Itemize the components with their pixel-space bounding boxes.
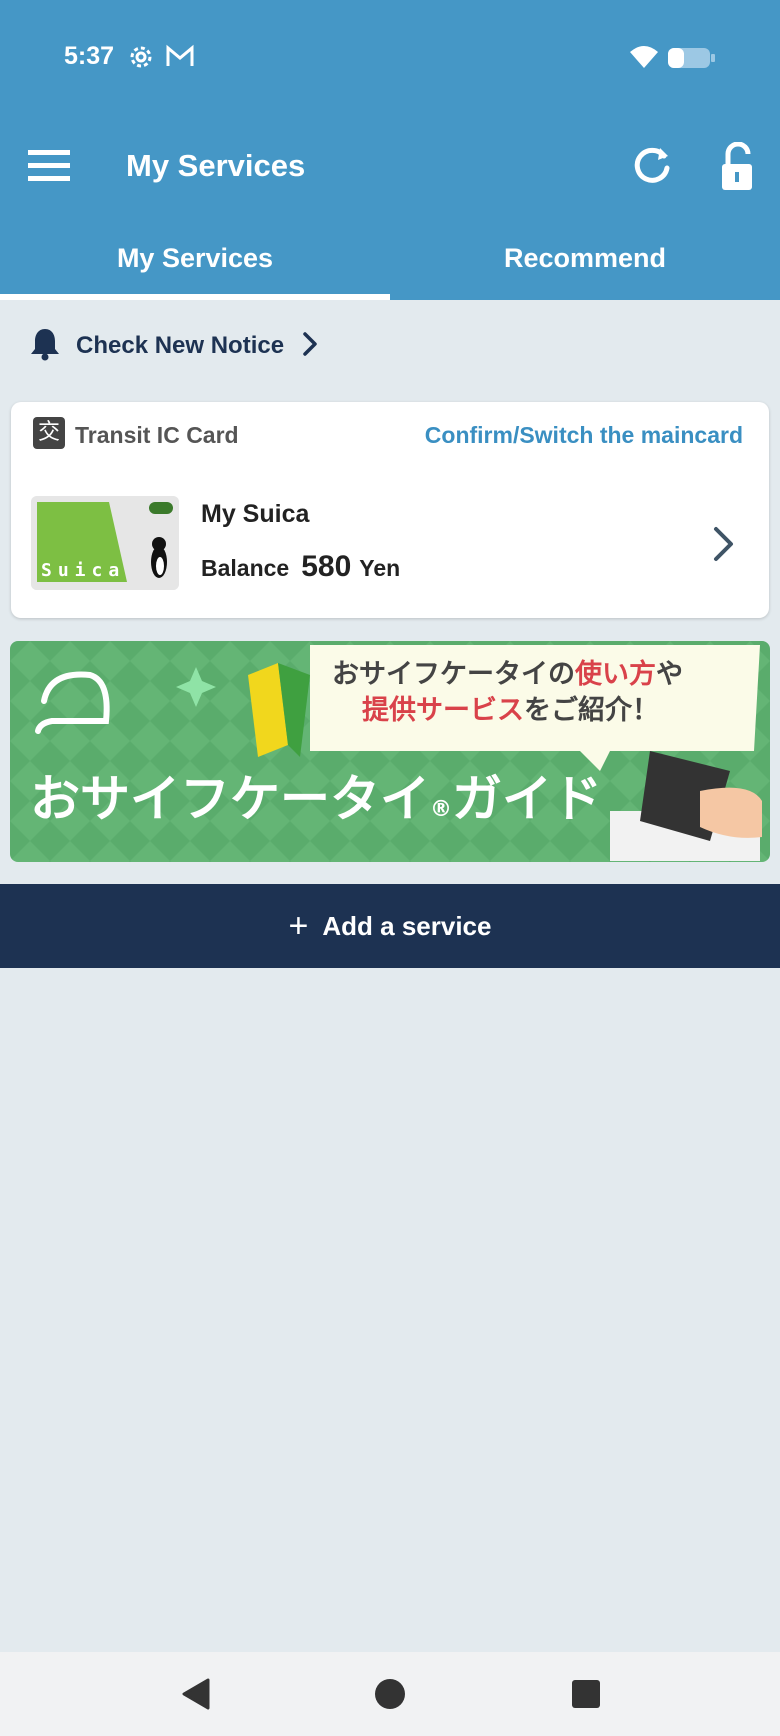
banner-caption: おサイフケータイの使い方や 提供サービスをご紹介！ <box>332 657 683 729</box>
banner-title-text: おサイフケータイ <box>30 770 430 828</box>
tab-my-services[interactable]: My Services <box>0 228 390 300</box>
add-service-button[interactable]: + Add a service <box>0 884 780 968</box>
balance-unit: Yen <box>359 555 401 581</box>
banner-highlight: 提供サービス <box>362 695 524 726</box>
tab-recommend[interactable]: Recommend <box>390 228 780 300</box>
banner-text: をご紹介！ <box>524 695 659 726</box>
osaifu-keitai-guide-banner[interactable]: おサイフケータイの使い方や 提供サービスをご紹介！ おサイフケータイ®ガイド <box>10 641 770 862</box>
banner-text: や <box>656 659 683 690</box>
battery-icon <box>668 46 716 75</box>
suica-thumb-text: Suica <box>41 560 126 581</box>
card-header-label: Transit IC Card <box>75 422 239 448</box>
balance-row: Balance 580 Yen <box>201 550 400 584</box>
tab-label: My Services <box>116 243 274 273</box>
registered-mark: ® <box>430 797 452 822</box>
toolbar: My Services <box>0 130 780 205</box>
balance-label: Balance <box>201 555 290 581</box>
tab-selected-indicator <box>0 294 390 300</box>
banner-title-text: ガイド <box>452 770 602 828</box>
page-title: My Services <box>126 148 306 183</box>
confirm-switch-maincard-link[interactable]: Confirm/Switch the maincard <box>425 422 743 449</box>
wifi-icon <box>628 42 660 75</box>
recents-icon[interactable] <box>566 1674 606 1714</box>
transit-icon: 交 <box>33 417 65 449</box>
suica-card-thumbnail: Suica <box>31 496 179 590</box>
tab-bar: My Services Recommend <box>0 228 780 300</box>
system-nav-bar <box>0 1652 780 1736</box>
banner-caption-line-1: おサイフケータイの使い方や <box>332 657 683 693</box>
transit-ic-card: 交 Transit IC Card Confirm/Switch the mai… <box>11 402 769 618</box>
back-icon[interactable] <box>176 1674 216 1714</box>
balance-value: 580 <box>301 550 352 583</box>
banner-highlight: 使い方 <box>575 659 656 690</box>
gmail-icon <box>166 44 194 73</box>
lock-icon[interactable] <box>714 141 762 192</box>
plus-icon: + <box>288 907 309 945</box>
banner-title: おサイフケータイ®ガイド <box>30 759 602 831</box>
app-header: 5:37 My Services My Services Recommend <box>0 0 780 300</box>
tab-label: Recommend <box>503 243 667 273</box>
chevron-right-icon[interactable] <box>711 524 737 564</box>
gear-icon <box>128 44 154 75</box>
status-time: 5:37 <box>64 42 115 70</box>
status-bar: 5:37 <box>0 0 780 110</box>
chevron-right-icon <box>302 331 318 362</box>
add-service-label: Add a service <box>322 910 492 941</box>
card-name: My Suica <box>201 500 310 528</box>
refresh-icon[interactable] <box>630 144 674 188</box>
home-icon[interactable] <box>370 1674 410 1714</box>
bell-icon <box>30 327 60 366</box>
check-new-notice-link[interactable]: Check New Notice <box>30 325 318 367</box>
banner-caption-line-2: 提供サービスをご紹介！ <box>332 693 683 729</box>
banner-text: おサイフケータイの <box>332 659 575 690</box>
menu-icon[interactable] <box>26 146 72 186</box>
notice-label: Check New Notice <box>76 332 285 359</box>
